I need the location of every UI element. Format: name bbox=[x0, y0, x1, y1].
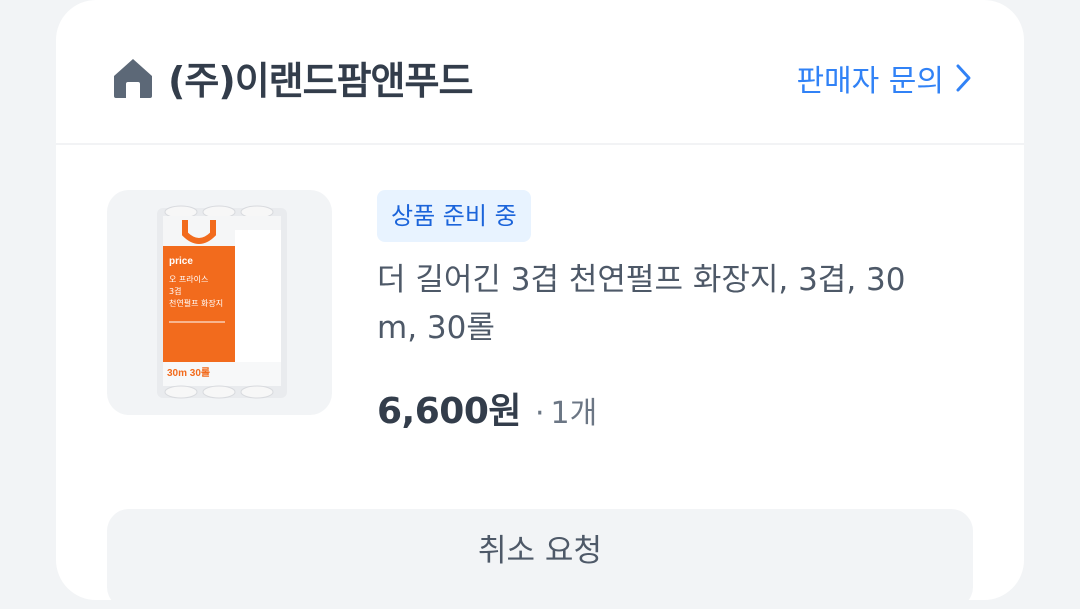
package-count: 30m 30롤 bbox=[167, 367, 210, 379]
product-quantity: 1개 bbox=[550, 396, 598, 431]
chevron-right-icon bbox=[956, 64, 971, 92]
toilet-paper-product-image: price 오 프라이스 3겹 천연펄프 화장지 30m 30롤 bbox=[157, 205, 287, 399]
package-line3: 천연펄프 화장지 bbox=[169, 298, 223, 308]
cancel-request-button[interactable]: 취소 요청 bbox=[107, 509, 973, 609]
order-card: (주)이랜드팜앤푸드 판매자 문의 price 오 프라이스 3겹 천연펄프 화… bbox=[56, 0, 1024, 609]
price-row: 6,600원 · 1개 bbox=[377, 382, 597, 434]
product-thumbnail[interactable]: price 오 프라이스 3겹 천연펄프 화장지 30m 30롤 bbox=[107, 190, 332, 415]
product-title[interactable]: 더 길어긴 3겹 천연펄프 화장지, 3겹, 30 m, 30롤 bbox=[377, 256, 952, 352]
product-price: 6,600원 bbox=[377, 391, 522, 432]
seller-inquiry-label: 판매자 문의 bbox=[796, 64, 944, 99]
package-line1: 오 프라이스 bbox=[169, 274, 208, 284]
status-badge: 상품 준비 중 bbox=[377, 190, 531, 242]
price-quantity-separator: · bbox=[535, 396, 545, 431]
seller-header: (주)이랜드팜앤푸드 판매자 문의 bbox=[56, 0, 1024, 145]
package-brand: price bbox=[169, 256, 193, 267]
home-icon bbox=[114, 59, 152, 98]
seller-name[interactable]: (주)이랜드팜앤푸드 bbox=[168, 50, 473, 105]
package-line2: 3겹 bbox=[169, 286, 181, 296]
seller-inquiry-link[interactable]: 판매자 문의 bbox=[796, 56, 974, 100]
